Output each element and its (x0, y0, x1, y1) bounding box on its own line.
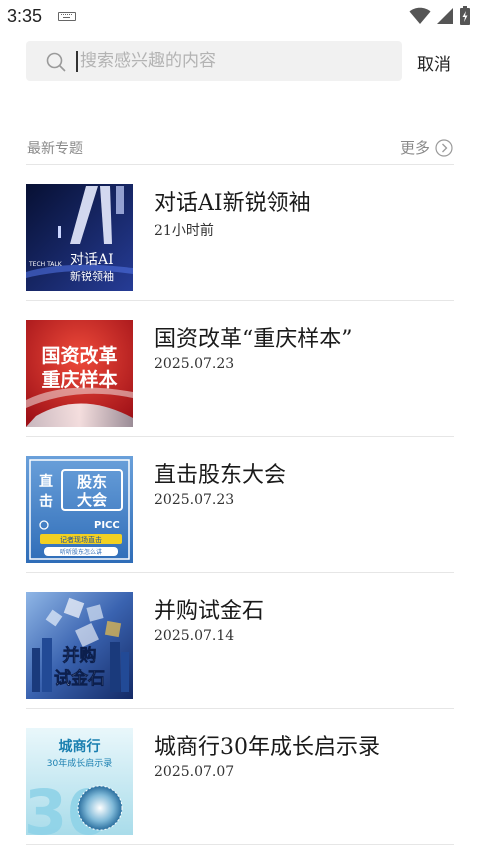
topic-thumbnail: 30 城商行 30年成长启示录 (26, 728, 133, 835)
topic-item-mna[interactable]: 并购 试金石 并购试金石 2025.07.14 (26, 573, 454, 709)
topic-date: 2025.07.14 (154, 628, 235, 644)
thumb-line2: 大会 (77, 491, 107, 509)
topic-date: 21小时前 (154, 223, 214, 239)
cancel-button[interactable]: 取消 (417, 50, 451, 75)
topic-list: TECH TALK 对话AI 新锐领袖 对话AI新锐领袖 21小时前 国资改革 … (26, 165, 454, 845)
thumb-side2: 击 (39, 493, 53, 510)
more-button[interactable]: 更多 (400, 137, 453, 158)
thumb-caption: 听听股东怎么讲 (60, 548, 102, 556)
topic-item-soe-reform[interactable]: 国资改革 重庆样本 国资改革“重庆样本” 2025.07.23 (26, 301, 454, 437)
keyboard-icon (58, 12, 76, 21)
search-icon (46, 52, 66, 72)
wifi-icon (409, 7, 431, 24)
topic-item-shareholder-meeting[interactable]: 直 击 股东 大会 PICC 记者现场直击 听听股东怎么讲 直击股东大会 202… (26, 437, 454, 573)
topic-title: 对话AI新锐领袖 (154, 191, 311, 216)
section-title: 最新专题 (27, 141, 83, 157)
thumb-brand: PICC (94, 520, 120, 531)
topic-item-ai-leaders[interactable]: TECH TALK 对话AI 新锐领袖 对话AI新锐领袖 21小时前 (26, 165, 454, 301)
thumb-line1: 对话AI (70, 252, 114, 268)
topic-thumbnail: 直 击 股东 大会 PICC 记者现场直击 听听股东怎么讲 (26, 456, 133, 563)
topic-date: 2025.07.07 (154, 764, 235, 780)
topic-date: 2025.07.23 (154, 492, 235, 508)
topic-thumbnail: TECH TALK 对话AI 新锐领袖 (26, 184, 133, 291)
chevron-right-circle-icon (435, 138, 453, 157)
topic-title: 城商行30年成长启示录 (154, 735, 380, 760)
thumb-line1: 股东 (77, 473, 107, 491)
battery-icon (460, 6, 470, 25)
thumb-line1: 国资改革 (41, 344, 117, 367)
thumb-brand: TECH TALK (28, 261, 63, 268)
topic-thumbnail: 并购 试金石 (26, 592, 133, 699)
text-cursor (76, 51, 78, 72)
thumb-line2: 30年成长启示录 (47, 757, 112, 769)
status-time: 3:35 (7, 6, 43, 26)
thumb-side1: 直 (39, 473, 53, 490)
cellular-icon (437, 8, 453, 24)
more-label: 更多 (400, 139, 431, 157)
search-input[interactable] (80, 47, 380, 75)
thumb-line2: 试金石 (54, 668, 105, 689)
topic-title: 国资改革“重庆样本” (154, 327, 353, 352)
topic-title: 直击股东大会 (154, 463, 287, 488)
topic-date: 2025.07.23 (154, 356, 235, 372)
search-box[interactable] (26, 41, 402, 81)
thumb-line1: 并购 (63, 645, 97, 666)
topic-thumbnail: 国资改革 重庆样本 (26, 320, 133, 427)
status-bar: 3:35 (0, 0, 480, 36)
thumb-line2: 重庆样本 (41, 368, 117, 391)
topic-item-city-banks[interactable]: 30 城商行 30年成长启示录 城商行30年成长启示录 2025.07.07 (26, 709, 454, 845)
topic-title: 并购试金石 (154, 599, 265, 624)
thumb-line1: 城商行 (59, 738, 101, 755)
thumb-line2: 新锐领袖 (70, 269, 114, 283)
thumb-tag: 记者现场直击 (60, 535, 102, 544)
